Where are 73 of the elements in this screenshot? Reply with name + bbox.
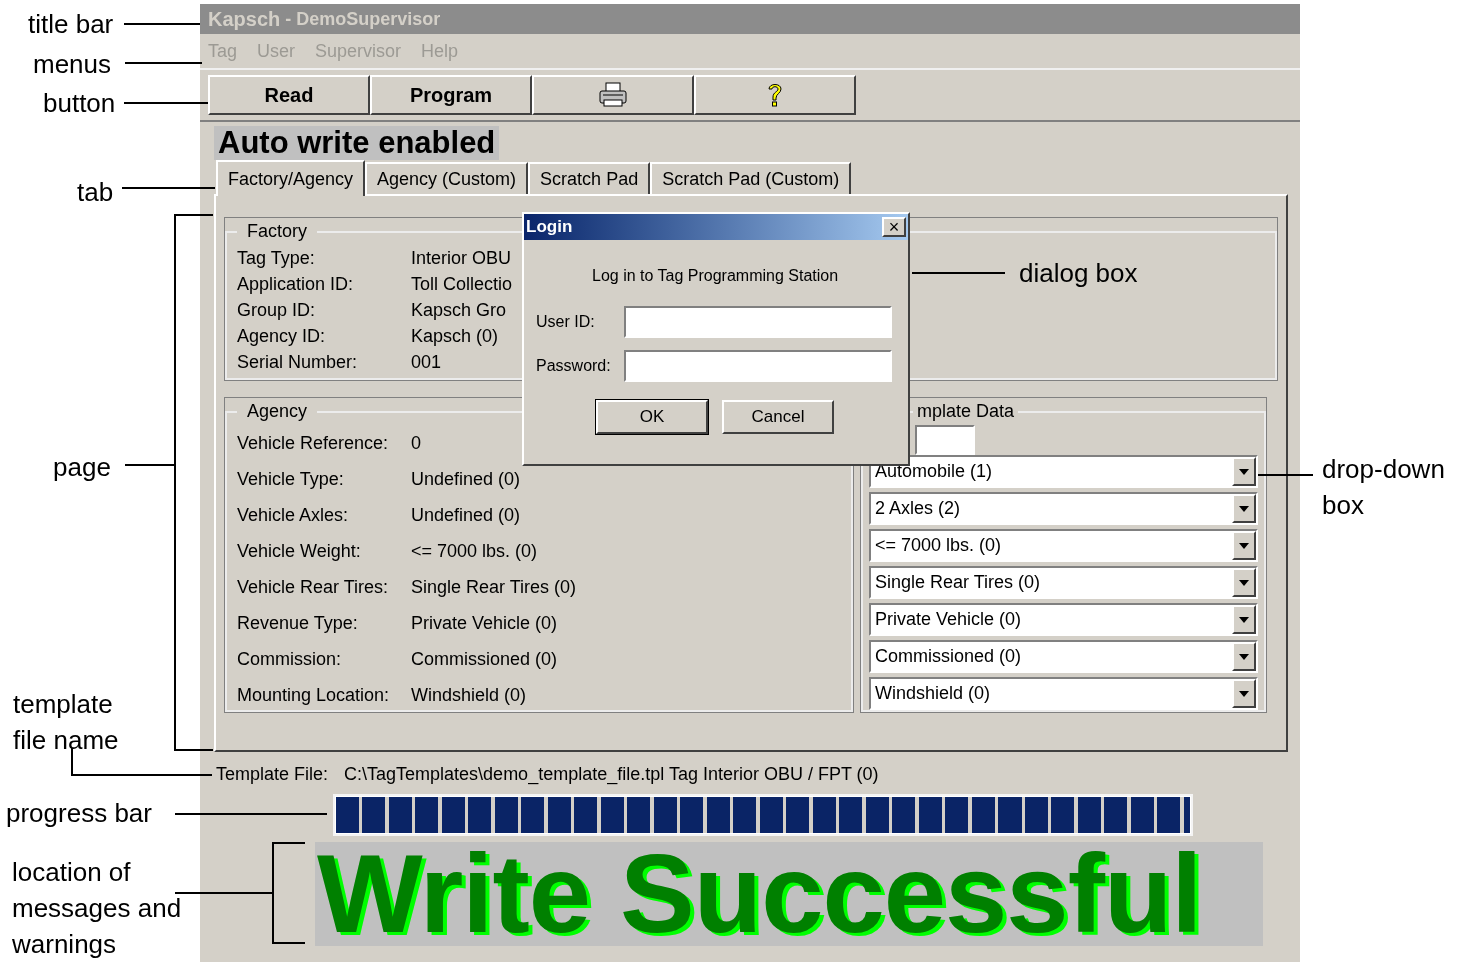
dialog-prompt: Log in to Tag Programming Station xyxy=(591,266,840,286)
field-label: Commission: xyxy=(237,647,343,671)
annotation-label: button xyxy=(43,87,116,120)
field-label: Group ID: xyxy=(237,298,317,322)
field-label: Serial Number: xyxy=(237,350,359,374)
field-label: Application ID: xyxy=(237,272,355,296)
field-value: <= 7000 lbs. (0) xyxy=(411,539,538,563)
leader-line xyxy=(1257,474,1314,476)
field-value: Interior OBU xyxy=(411,246,512,270)
input-field[interactable] xyxy=(624,306,892,338)
field-value: Kapsch Gro xyxy=(411,298,507,322)
dropdown[interactable]: Private Vehicle (0) xyxy=(869,603,1258,636)
dropdown[interactable]: 2 Axles (2) xyxy=(869,492,1258,525)
input-field[interactable] xyxy=(624,350,892,382)
annotation-label: page xyxy=(53,451,111,484)
tab[interactable]: Agency (Custom) xyxy=(365,162,529,194)
window-title: - DemoSupervisor xyxy=(284,7,441,31)
dialog-button[interactable]: OK xyxy=(596,400,708,434)
field-label: Vehicle Reference: xyxy=(237,431,390,455)
field-label: Agency ID: xyxy=(237,324,327,348)
dropdown[interactable]: Automobile (1) xyxy=(869,455,1258,488)
annotation-label: dialog box xyxy=(1019,257,1138,290)
annotation-label: tab xyxy=(77,176,114,209)
field-label: Vehicle Rear Tires: xyxy=(237,575,390,599)
input-field[interactable] xyxy=(915,425,975,455)
question-mark-icon xyxy=(765,81,785,109)
field-label: Vehicle Type: xyxy=(237,467,345,491)
dropdown[interactable]: Windshield (0) xyxy=(869,677,1258,710)
annotation-label: drop-down box xyxy=(1322,453,1446,522)
dropdown[interactable]: Commissioned (0) xyxy=(869,640,1258,673)
annotation-label: title bar xyxy=(28,8,114,41)
template-file-path: C:\TagTemplates\demo_template_file.tpl Tag Interior OBU / FPT (0) xyxy=(344,763,879,787)
field-value: Windshield (0) xyxy=(411,683,527,707)
dropdown[interactable]: <= 7000 lbs. (0) xyxy=(869,529,1258,562)
field-value: Private Vehicle (0) xyxy=(411,611,558,635)
tab[interactable]: Scratch Pad (Custom) xyxy=(650,162,852,194)
field-label: User ID: xyxy=(536,312,596,332)
tab[interactable]: Factory/Agency xyxy=(216,160,366,196)
toolbar-button[interactable] xyxy=(532,75,694,115)
field-label: Tag Type: xyxy=(237,246,316,270)
field-value: Toll Collectio xyxy=(411,272,513,296)
field-value: 0 xyxy=(411,431,421,455)
annotation-label: menus xyxy=(33,48,112,81)
close-button[interactable]: × xyxy=(882,217,906,237)
field-label: Password: xyxy=(536,356,612,376)
annotation-label: progress bar xyxy=(6,797,152,830)
annotation-label: location of messages and warnings xyxy=(12,856,183,961)
group-title: mplate Data xyxy=(916,400,1016,423)
field-value: Single Rear Tires (0) xyxy=(411,575,577,599)
message-text: Write Successful xyxy=(317,842,1202,946)
brand-text: Kapsch xyxy=(208,7,281,32)
field-value: Kapsch (0) xyxy=(411,324,499,348)
template-file-label: Template File: xyxy=(216,763,329,786)
dropdown[interactable]: Single Rear Tires (0) xyxy=(869,566,1258,599)
dialog-button[interactable]: Cancel xyxy=(722,400,834,434)
group-title: Agency xyxy=(246,400,309,423)
toolbar-button[interactable]: Program xyxy=(370,75,532,115)
field-value: Undefined (0) xyxy=(411,503,521,527)
field-value: Undefined (0) xyxy=(411,467,521,491)
toolbar-button[interactable]: Read xyxy=(208,75,370,115)
status-banner: Auto write enabled xyxy=(214,126,500,160)
dialog-title: Login xyxy=(526,216,573,239)
field-label: Vehicle Axles: xyxy=(237,503,350,527)
group-title: Factory xyxy=(246,220,308,243)
toolbar-button[interactable] xyxy=(694,75,856,115)
field-value: 001 xyxy=(411,350,442,374)
tab[interactable]: Scratch Pad xyxy=(528,162,651,194)
printer-icon xyxy=(598,82,628,108)
annotation-label: template file name xyxy=(13,688,120,757)
field-label: Revenue Type: xyxy=(237,611,359,635)
field-value: Commissioned (0) xyxy=(411,647,558,671)
field-label: Mounting Location: xyxy=(237,683,391,707)
field-label: Vehicle Weight: xyxy=(237,539,362,563)
